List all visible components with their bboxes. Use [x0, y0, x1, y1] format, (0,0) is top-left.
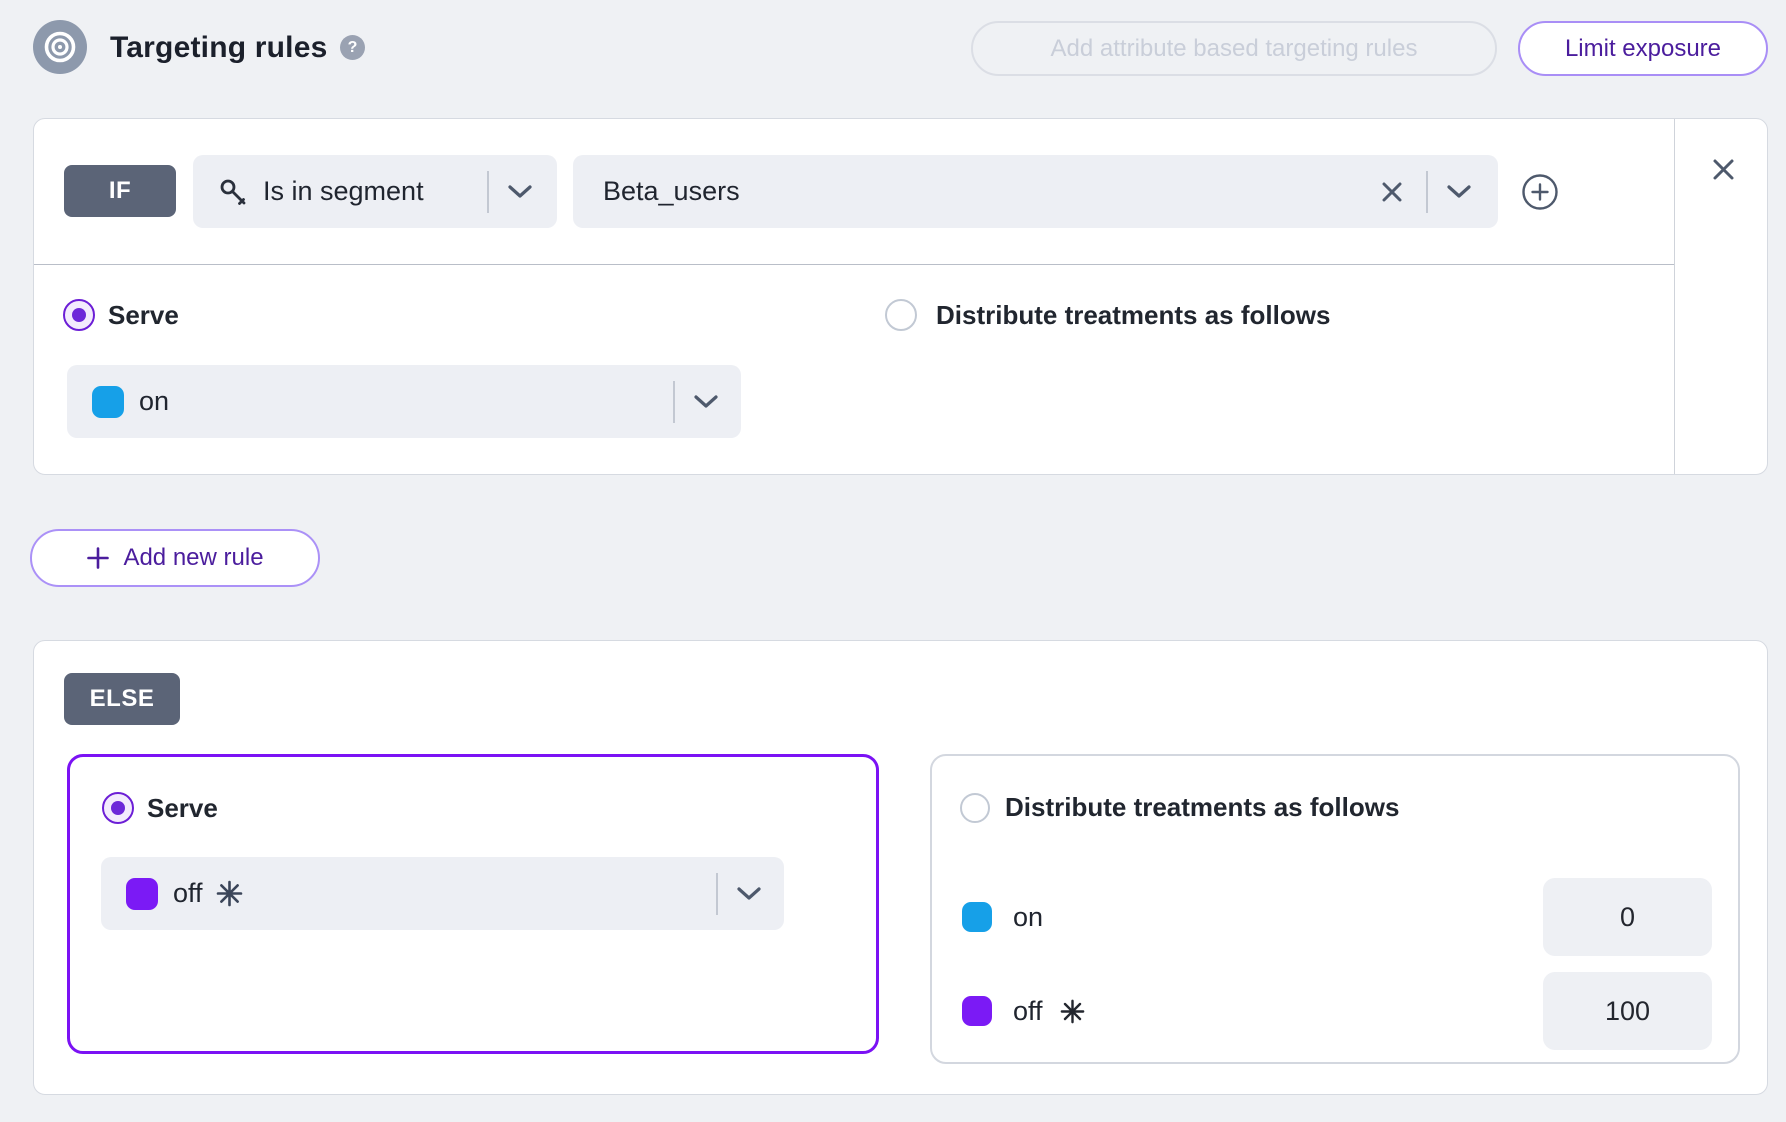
distribute-option-label: Distribute treatments as follows [1005, 792, 1399, 823]
distribution-row: on [962, 878, 1712, 956]
else-badge: ELSE [64, 673, 180, 725]
matcher-label: Is in segment [263, 176, 487, 207]
targeting-rules-icon [33, 20, 87, 74]
serve-option-label: Serve [108, 300, 179, 331]
row-divider [34, 264, 1674, 265]
segment-select[interactable]: Beta_users [573, 155, 1498, 228]
serve-radio[interactable] [63, 299, 95, 331]
chevron-down-icon[interactable] [693, 394, 719, 410]
default-treatment-select[interactable]: off [101, 857, 784, 930]
default-treatment-asterisk-icon [1060, 999, 1085, 1024]
treatment-value: on [139, 386, 673, 417]
treatment-value: off [173, 878, 203, 909]
treatment-off-swatch [962, 996, 992, 1026]
treatment-off-swatch [126, 878, 158, 910]
serve-radio[interactable] [102, 792, 134, 824]
distribute-radio[interactable] [885, 299, 917, 331]
clear-segment-icon[interactable] [1380, 180, 1404, 204]
distribute-radio[interactable] [960, 793, 990, 823]
treatment-on-swatch [92, 386, 124, 418]
treatment-name: off [1013, 996, 1043, 1027]
default-treatment-asterisk-icon [216, 880, 243, 907]
chevron-down-icon[interactable] [507, 184, 533, 200]
matcher-select[interactable]: Is in segment [193, 155, 557, 228]
chevron-down-icon[interactable] [1446, 184, 1472, 200]
add-condition-button[interactable] [1520, 172, 1560, 212]
distribute-option-label: Distribute treatments as follows [936, 300, 1330, 331]
chevron-down-icon[interactable] [736, 886, 762, 902]
bullseye-icon [40, 27, 80, 67]
treatment-on-swatch [962, 902, 992, 932]
plus-icon [86, 546, 110, 570]
else-rule-card: ELSE Serve off Distribute treatments as … [33, 640, 1768, 1095]
percent-input-off[interactable] [1543, 972, 1712, 1050]
if-badge: IF [64, 165, 176, 217]
treatment-name: on [1013, 902, 1043, 933]
key-icon [217, 176, 249, 208]
remove-rule-button[interactable] [1710, 156, 1737, 183]
limit-exposure-button[interactable]: Limit exposure [1518, 21, 1768, 76]
add-attribute-rules-button[interactable]: Add attribute based targeting rules [971, 21, 1497, 76]
segment-value: Beta_users [603, 176, 1380, 207]
distribution-row: off [962, 972, 1712, 1050]
serve-option-label: Serve [147, 793, 218, 824]
column-divider [1674, 119, 1675, 474]
treatment-select[interactable]: on [67, 365, 741, 438]
page-title: Targeting rules [110, 31, 327, 65]
percent-input-on[interactable] [1543, 878, 1712, 956]
if-rule-card: IF Is in segment Beta_users [33, 118, 1768, 475]
add-new-rule-button[interactable]: Add new rule [30, 529, 320, 587]
add-new-rule-label: Add new rule [123, 544, 263, 572]
else-distribute-box: Distribute treatments as follows on off [930, 754, 1740, 1064]
help-icon[interactable]: ? [340, 35, 365, 60]
else-serve-box: Serve off [67, 754, 879, 1054]
